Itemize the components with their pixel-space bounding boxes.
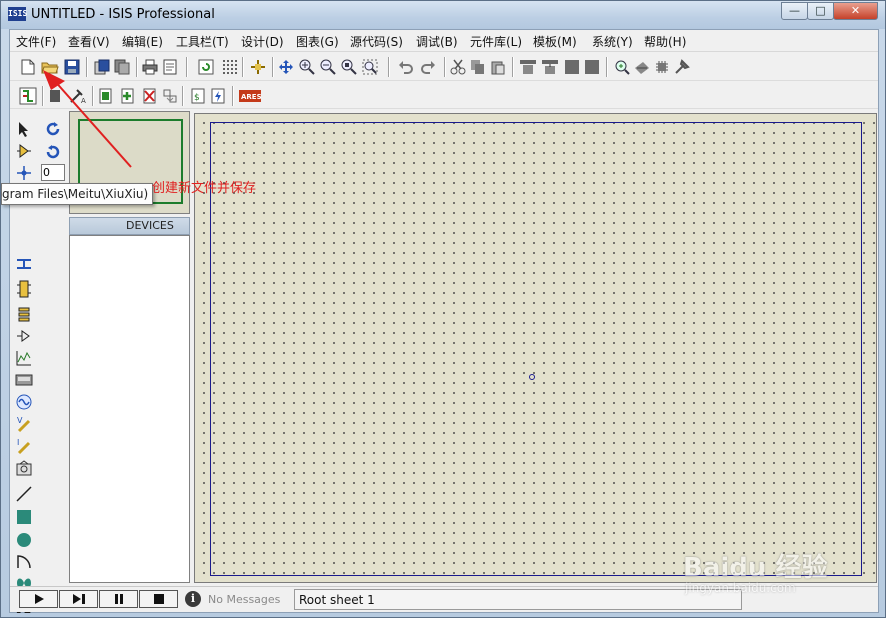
page-setup-icon[interactable] xyxy=(160,57,180,77)
voltage-probe-icon[interactable]: V xyxy=(13,414,35,434)
goto-sheet-icon[interactable] xyxy=(160,86,180,106)
pick-device-icon[interactable] xyxy=(612,57,632,77)
redo-icon[interactable] xyxy=(418,57,438,77)
menu-debug[interactable]: 调试(B) xyxy=(416,33,458,50)
package-tool-icon[interactable] xyxy=(652,57,672,77)
annotation-text: 创建新文件并保存 xyxy=(152,181,257,196)
grid-icon[interactable] xyxy=(220,57,240,77)
ares-netlist-icon[interactable]: ARES xyxy=(238,86,262,106)
pause-button[interactable] xyxy=(99,590,138,608)
circle-icon[interactable] xyxy=(13,530,35,550)
undo-icon[interactable] xyxy=(396,57,416,77)
pause-icon xyxy=(114,594,123,604)
window-title: UNTITLED - ISIS Professional xyxy=(31,7,215,22)
menu-file[interactable]: 文件(F) xyxy=(16,33,56,50)
tape-recorder-icon[interactable] xyxy=(13,370,35,390)
terminal-icon[interactable] xyxy=(13,304,35,324)
maximize-button[interactable]: □ xyxy=(807,2,834,20)
block-rotate-icon[interactable] xyxy=(562,57,582,77)
refresh-icon[interactable] xyxy=(196,57,216,77)
svg-text:V: V xyxy=(17,416,23,425)
step-button[interactable] xyxy=(59,590,98,608)
paste-icon[interactable] xyxy=(488,57,508,77)
mode-toolbar: LBL V I A xyxy=(10,110,38,615)
menu-help[interactable]: 帮助(H) xyxy=(644,33,686,50)
current-probe-icon[interactable]: I xyxy=(13,436,35,456)
block-move-icon[interactable] xyxy=(540,57,560,77)
zoom-in-icon[interactable] xyxy=(297,57,317,77)
zoom-all-icon[interactable] xyxy=(339,57,359,77)
pan-icon[interactable] xyxy=(276,57,296,77)
origin-marker xyxy=(529,374,535,380)
menu-library[interactable]: 元件库(L) xyxy=(470,33,522,50)
bom-icon[interactable]: $ xyxy=(188,86,208,106)
stop-icon xyxy=(153,594,164,604)
watermark-url: jingyan.baidu.com xyxy=(685,581,796,595)
menu-bar: 文件(F) 查看(V) 编辑(E) 工具栏(T) 设计(D) 图表(G) 源代码… xyxy=(10,30,878,52)
arc-icon[interactable] xyxy=(13,552,35,572)
step-icon xyxy=(72,594,85,604)
watermark-brand: Baidu 经验 xyxy=(683,553,828,583)
decompose-icon[interactable] xyxy=(672,57,692,77)
origin-icon[interactable] xyxy=(248,57,268,77)
annotation-arrow xyxy=(43,70,132,168)
menu-system[interactable]: 系统(Y) xyxy=(592,33,633,50)
baidu-watermark: Baidu 经验 jingyan.baidu.com xyxy=(673,521,853,603)
remove-sheet-icon[interactable] xyxy=(140,86,160,106)
schematic-canvas[interactable] xyxy=(194,113,877,583)
electrical-rules-icon[interactable] xyxy=(208,86,228,106)
box-icon[interactable] xyxy=(13,507,35,527)
menu-toolbars[interactable]: 工具栏(T) xyxy=(176,33,229,50)
menu-source[interactable]: 源代码(S) xyxy=(350,33,403,50)
stop-button[interactable] xyxy=(139,590,178,608)
status-sheet-name: Root sheet 1 xyxy=(299,593,375,607)
zoom-out-icon[interactable] xyxy=(318,57,338,77)
graph-icon[interactable] xyxy=(13,348,35,368)
menu-edit[interactable]: 编辑(E) xyxy=(122,33,163,50)
line-icon[interactable] xyxy=(13,484,35,504)
menu-template[interactable]: 模板(M) xyxy=(533,33,577,50)
subcircuit-icon[interactable] xyxy=(13,279,35,299)
devices-list[interactable] xyxy=(69,235,190,583)
svg-text:I: I xyxy=(17,438,19,447)
play-button[interactable] xyxy=(19,590,58,608)
zoom-area-icon[interactable] xyxy=(360,57,380,77)
app-icon: ISIS xyxy=(8,7,27,21)
bus-icon[interactable] xyxy=(13,254,35,274)
print-icon[interactable] xyxy=(140,57,160,77)
block-copy-icon[interactable] xyxy=(518,57,538,77)
generator-icon[interactable] xyxy=(13,392,35,412)
title-bar[interactable]: ISIS UNTITLED - ISIS Professional — □ ✕ xyxy=(1,1,885,29)
play-icon xyxy=(34,594,44,604)
virtual-instrument-icon[interactable] xyxy=(13,458,35,478)
sheet-border xyxy=(210,122,862,576)
close-button[interactable]: ✕ xyxy=(833,2,878,20)
block-delete-icon[interactable] xyxy=(582,57,602,77)
make-device-icon[interactable] xyxy=(632,57,652,77)
copy-icon[interactable] xyxy=(468,57,488,77)
info-icon: i xyxy=(185,591,201,607)
svg-text:$: $ xyxy=(194,93,200,103)
status-messages[interactable]: No Messages xyxy=(208,593,280,606)
menu-design[interactable]: 设计(D) xyxy=(241,33,284,50)
device-pin-icon[interactable] xyxy=(13,326,35,346)
menu-graph[interactable]: 图表(G) xyxy=(296,33,339,50)
devices-header: DEVICES xyxy=(69,217,190,235)
ares-label: ARES xyxy=(241,93,261,101)
menu-view[interactable]: 查看(V) xyxy=(68,33,110,50)
tooltip: gram Files\Meitu\XiuXiu) xyxy=(1,183,154,205)
application-window: ISIS UNTITLED - ISIS Professional — □ ✕ … xyxy=(0,0,886,618)
cut-icon[interactable] xyxy=(448,57,468,77)
minimize-button[interactable]: — xyxy=(781,2,808,20)
devices-header-label: DEVICES xyxy=(126,219,174,232)
